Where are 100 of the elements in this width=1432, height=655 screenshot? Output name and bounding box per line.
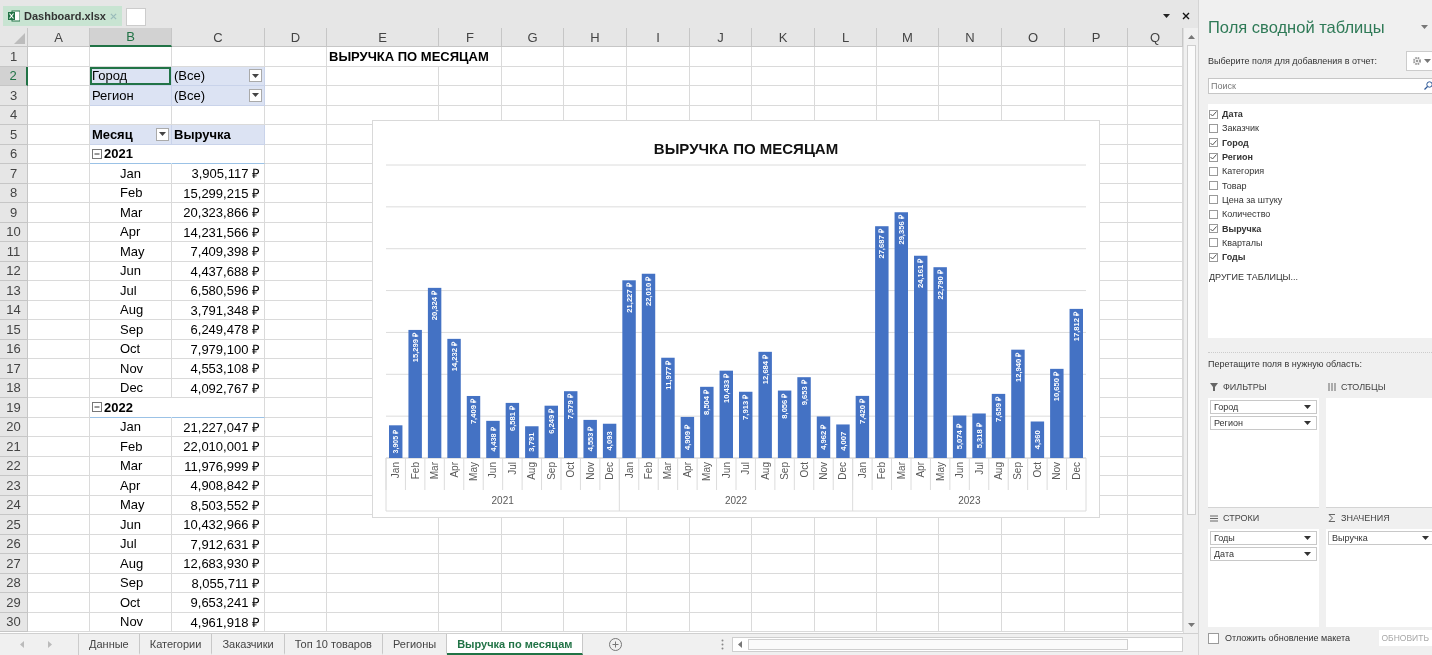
column-header[interactable]: P: [1065, 28, 1128, 47]
horizontal-scrollbar[interactable]: [732, 637, 1183, 652]
column-header[interactable]: L: [815, 28, 877, 47]
checkbox[interactable]: [1209, 123, 1218, 133]
vertical-scrollbar[interactable]: [1183, 28, 1198, 633]
column-header[interactable]: C: [172, 28, 265, 47]
checkbox[interactable]: [1209, 195, 1218, 205]
row-header[interactable]: 27: [0, 554, 28, 574]
row-header[interactable]: 9: [0, 203, 28, 223]
field-label[interactable]: Заказчик: [1222, 123, 1259, 134]
search-field[interactable]: Поиск: [1208, 78, 1432, 94]
filter-dropdown-button[interactable]: [249, 88, 262, 102]
sheet-tab[interactable]: Выручка по месяцам: [447, 634, 584, 655]
filter-dropdown-button[interactable]: [249, 69, 262, 83]
checkbox[interactable]: [1209, 152, 1218, 162]
sheet-tab[interactable]: Данные: [79, 634, 140, 655]
field-label[interactable]: Регион: [1222, 152, 1253, 163]
checkbox[interactable]: [1208, 632, 1219, 644]
field-label[interactable]: Количество: [1222, 209, 1271, 220]
column-header[interactable]: D: [265, 28, 327, 47]
row-header[interactable]: 4: [0, 105, 28, 125]
row-header[interactable]: 20: [0, 417, 28, 437]
row-header[interactable]: 23: [0, 476, 28, 496]
row-header[interactable]: 29: [0, 593, 28, 613]
column-header[interactable]: M: [877, 28, 939, 47]
field-label[interactable]: Выручка: [1222, 223, 1262, 234]
column-header[interactable]: G: [502, 28, 564, 47]
row-header[interactable]: 28: [0, 573, 28, 593]
checkbox-label[interactable]: Отложить обновление макета: [1225, 633, 1350, 643]
drop-area[interactable]: Город Регион: [1208, 398, 1319, 507]
checkbox[interactable]: [1209, 238, 1218, 248]
more-tables-link[interactable]: ДРУГИЕ ТАБЛИЦЫ...: [1209, 272, 1432, 283]
file-tab[interactable]: Dashboard.xlsx: [3, 6, 122, 26]
select-all-button[interactable]: [0, 28, 28, 47]
area-field-button[interactable]: Выручка: [1328, 531, 1432, 545]
row-header[interactable]: 16: [0, 339, 28, 359]
row-header[interactable]: 22: [0, 456, 28, 476]
sheet-tab[interactable]: Категории: [139, 634, 213, 655]
row-header[interactable]: 25: [0, 515, 28, 535]
column-header[interactable]: H: [564, 28, 627, 47]
field-label[interactable]: Кварталы: [1222, 237, 1263, 248]
row-header[interactable]: 8: [0, 183, 28, 203]
row-header[interactable]: 11: [0, 242, 28, 262]
scrollbar-thumb[interactable]: [748, 639, 1128, 650]
checkbox[interactable]: [1209, 224, 1218, 233]
collapse-icon[interactable]: [92, 148, 102, 159]
row-header[interactable]: 18: [0, 378, 28, 398]
column-header[interactable]: A: [28, 28, 90, 47]
checkbox[interactable]: [1209, 109, 1218, 119]
row-header[interactable]: 1: [0, 47, 28, 67]
row-header[interactable]: 5: [0, 125, 28, 145]
column-header[interactable]: J: [690, 28, 752, 47]
column-header[interactable]: N: [939, 28, 1002, 47]
area-field-button[interactable]: Город: [1210, 400, 1317, 414]
column-header[interactable]: E: [327, 28, 439, 47]
field-label[interactable]: Дата: [1222, 109, 1243, 120]
checkbox[interactable]: [1209, 181, 1218, 191]
row-header[interactable]: 24: [0, 495, 28, 515]
checkbox[interactable]: [1209, 209, 1218, 219]
checkbox[interactable]: [1209, 138, 1218, 148]
row-header[interactable]: 19: [0, 398, 28, 418]
area-field-button[interactable]: Годы: [1210, 531, 1317, 545]
filter-dropdown-button[interactable]: [156, 127, 169, 141]
column-header[interactable]: Q: [1128, 28, 1183, 47]
checkbox[interactable]: [1209, 166, 1218, 176]
field-label[interactable]: Товар: [1222, 180, 1247, 191]
column-header[interactable]: I: [627, 28, 690, 47]
row-header[interactable]: 12: [0, 261, 28, 281]
row-header[interactable]: 17: [0, 359, 28, 379]
row-header[interactable]: 3: [0, 86, 28, 106]
scroll-left-icon[interactable]: [736, 641, 744, 648]
row-header[interactable]: 13: [0, 281, 28, 301]
row-header[interactable]: 21: [0, 437, 28, 457]
field-label[interactable]: Годы: [1222, 252, 1246, 263]
drop-area[interactable]: Выручка: [1326, 529, 1432, 627]
row-header[interactable]: 7: [0, 164, 28, 184]
row-header[interactable]: 14: [0, 300, 28, 320]
splitter-icon[interactable]: [721, 639, 724, 650]
sheet-tab[interactable]: Заказчики: [212, 634, 285, 655]
row-header[interactable]: 26: [0, 534, 28, 554]
sheet-tab[interactable]: Топ 10 товаров: [284, 634, 383, 655]
checkbox[interactable]: [1209, 252, 1218, 262]
new-tab-box[interactable]: [125, 8, 146, 26]
column-header[interactable]: B: [90, 28, 172, 47]
field-label[interactable]: Цена за штуку: [1222, 194, 1283, 205]
field-label[interactable]: Город: [1222, 137, 1249, 148]
tools-button[interactable]: [1406, 51, 1432, 71]
row-header[interactable]: 15: [0, 320, 28, 340]
area-field-button[interactable]: Дата: [1210, 547, 1317, 561]
collapse-icon[interactable]: [92, 402, 102, 413]
row-header[interactable]: 30: [0, 612, 28, 632]
row-header[interactable]: 6: [0, 144, 28, 164]
row-header[interactable]: 2: [0, 66, 28, 86]
area-field-button[interactable]: Регион: [1210, 416, 1317, 430]
column-header[interactable]: O: [1002, 28, 1065, 47]
drop-area[interactable]: Годы Дата: [1208, 529, 1319, 627]
field-label[interactable]: Категория: [1222, 166, 1265, 177]
scrollbar-thumb[interactable]: [1186, 45, 1196, 515]
column-header[interactable]: K: [752, 28, 815, 47]
row-header[interactable]: 10: [0, 222, 28, 242]
